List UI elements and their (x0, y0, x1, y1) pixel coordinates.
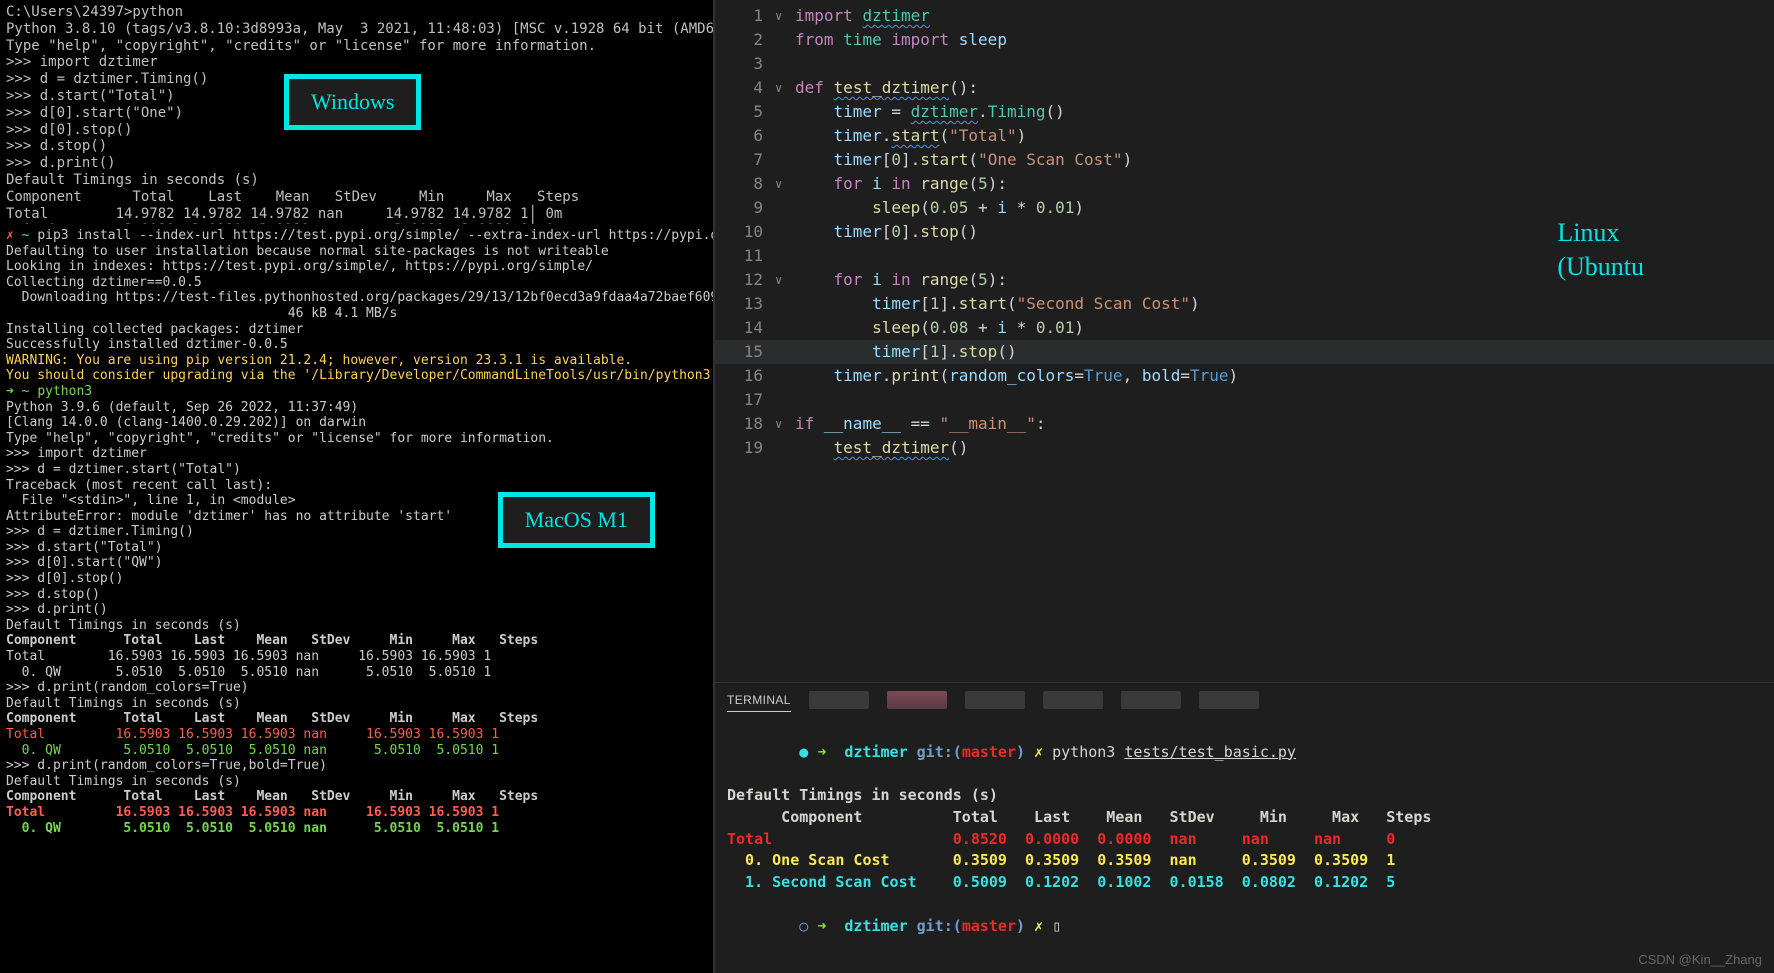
terminal-line: Looking in indexes: https://test.pypi.or… (6, 259, 707, 275)
linux-badge: Linux (Ubuntu (1557, 216, 1644, 284)
code-line[interactable]: 15 timer[1].stop() (715, 340, 1774, 364)
terminal-line: >>> import dztimer (6, 446, 707, 462)
code-line[interactable]: 7 timer[0].start("One Scan Cost") (715, 148, 1774, 172)
tab-terminal[interactable]: TERMINAL (727, 689, 791, 712)
terminal-line: >>> d.print(random_colors=True,bold=True… (6, 758, 707, 774)
terminal-line: >>> d[0].start("QW") (6, 555, 707, 571)
windows-terminal[interactable]: Windows C:\Users\24397>python Python 3.8… (0, 0, 713, 224)
table-row: Total 0.8520 0.0000 0.0000 nan nan nan 0 (727, 829, 1762, 851)
code-line[interactable]: 3 (715, 52, 1774, 76)
windows-badge: Windows (284, 74, 421, 130)
terminal-line: Default Timings in seconds (s) (6, 172, 707, 189)
table-row: Total 16.5903 16.5903 16.5903 nan 16.590… (6, 805, 707, 821)
table-row: 0. QW 5.0510 5.0510 5.0510 nan 5.0510 5.… (6, 743, 707, 759)
table-row: 0. QW 5.0510 5.0510 5.0510 nan 5.0510 5.… (6, 665, 707, 681)
terminal-line: Successfully installed dztimer-0.0.5 (6, 337, 707, 353)
table-header: Component Total Last Mean StDev Min Max … (6, 189, 707, 206)
terminal-line: You should consider upgrading via the '/… (6, 368, 707, 384)
table-row: Total 14.9782 14.9782 14.9782 nan 14.978… (6, 206, 707, 223)
terminal-line: Installing collected packages: dztimer (6, 322, 707, 338)
table-row: Total 16.5903 16.5903 16.5903 nan 16.590… (6, 649, 707, 665)
code-line[interactable]: 18∨if __name__ == "__main__": (715, 412, 1774, 436)
code-line[interactable]: 5 timer = dztimer.Timing() (715, 100, 1774, 124)
terminal-line: Python 3.8.10 (tags/v3.8.10:3d8993a, May… (6, 21, 707, 38)
terminal-line: WARNING: You are using pip version 21.2.… (6, 353, 707, 369)
terminal-line: ○ ➜ dztimer git:(master) ✗ ▯ (727, 894, 1762, 959)
terminal-line: [Clang 14.0.0 (clang-1400.0.29.202)] on … (6, 415, 707, 431)
tab-blurred[interactable] (887, 691, 947, 709)
terminal-line: Type "help", "copyright", "credits" or "… (6, 431, 707, 447)
table-header: Component Total Last Mean StDev Min Max … (6, 711, 707, 727)
code-line[interactable]: 14 sleep(0.08 + i * 0.01) (715, 316, 1774, 340)
terminal-line: >>> d.print() (6, 602, 707, 618)
table-header: Component Total Last Mean StDev Min Max … (6, 789, 707, 805)
watermark: CSDN @Kin__Zhang (1638, 952, 1762, 967)
tab-blurred[interactable] (809, 691, 869, 709)
tab-blurred[interactable] (1121, 691, 1181, 709)
code-line[interactable]: 2from time import sleep (715, 28, 1774, 52)
terminal-line: Default Timings in seconds (s) (6, 774, 707, 790)
code-line[interactable]: 8∨ for i in range(5): (715, 172, 1774, 196)
code-line[interactable]: 19 test_dztimer() (715, 436, 1774, 460)
code-line[interactable]: 6 timer.start("Total") (715, 124, 1774, 148)
table-row: 0. QW 5.0510 5.0510 5.0510 nan 5.0510 5.… (6, 821, 707, 837)
terminal-line: 46 kB 4.1 MB/s (6, 306, 707, 322)
terminal-line: >>> d.print(random_colors=True) (6, 680, 707, 696)
terminal-line: Python 3.9.6 (default, Sep 26 2022, 11:3… (6, 400, 707, 416)
linux-terminal[interactable]: ● ➜ dztimer git:(master) ✗ python3 tests… (715, 712, 1774, 973)
terminal-line: ➜ ~ python3 (6, 384, 707, 400)
table-row: 0. One Scan Cost 0.3509 0.3509 0.3509 na… (727, 850, 1762, 872)
terminal-line: Defaulting to user installation because … (6, 244, 707, 260)
terminal-line: Collecting dztimer==0.0.5 (6, 275, 707, 291)
code-line[interactable]: 16 timer.print(random_colors=True, bold=… (715, 364, 1774, 388)
terminal-line: ● ➜ dztimer git:(master) ✗ python3 tests… (727, 720, 1762, 785)
terminal-line: >>> d.stop() (6, 587, 707, 603)
code-line[interactable]: 4∨def test_dztimer(): (715, 76, 1774, 100)
code-line[interactable]: 1∨import dztimer (715, 4, 1774, 28)
table-header: Component Total Last Mean StDev Min Max … (727, 807, 1762, 829)
terminal-line: C:\Users\24397>python (6, 4, 707, 21)
terminal-line: >>> d = dztimer.start("Total") (6, 462, 707, 478)
terminal-line: >>> import dztimer (6, 54, 707, 71)
table-header: Component Total Last Mean StDev Min Max … (6, 633, 707, 649)
terminal-line: ✗ ~ pip3 install --index-url https://tes… (6, 228, 707, 244)
tab-blurred[interactable] (1043, 691, 1103, 709)
terminal-line: Traceback (most recent call last): (6, 478, 707, 494)
terminal-line: Default Timings in seconds (s) (727, 785, 1762, 807)
code-line[interactable]: 13 timer[1].start("Second Scan Cost") (715, 292, 1774, 316)
table-row: Total 16.5903 16.5903 16.5903 nan 16.590… (6, 727, 707, 743)
macos-badge: MacOS M1 (498, 492, 655, 548)
macos-terminal[interactable]: MacOS M1 ✗ ~ pip3 install --index-url ht… (0, 224, 713, 973)
tab-blurred[interactable] (965, 691, 1025, 709)
terminal-line: >>> d.print() (6, 155, 707, 172)
terminal-line: Default Timings in seconds (s) (6, 696, 707, 712)
terminal-line: >>> d[0].stop() (6, 571, 707, 587)
code-editor[interactable]: Linux (Ubuntu 1∨import dztimer2from time… (715, 0, 1774, 682)
table-row: 1. Second Scan Cost 0.5009 0.1202 0.1002… (727, 872, 1762, 894)
terminal-tab-bar[interactable]: TERMINAL (715, 682, 1774, 712)
code-line[interactable]: 17 (715, 388, 1774, 412)
terminal-line: >>> d.stop() (6, 138, 707, 155)
terminal-line: Type "help", "copyright", "credits" or "… (6, 38, 707, 55)
tab-blurred[interactable] (1199, 691, 1259, 709)
terminal-line: Downloading https://test-files.pythonhos… (6, 290, 707, 306)
terminal-line: Default Timings in seconds (s) (6, 618, 707, 634)
